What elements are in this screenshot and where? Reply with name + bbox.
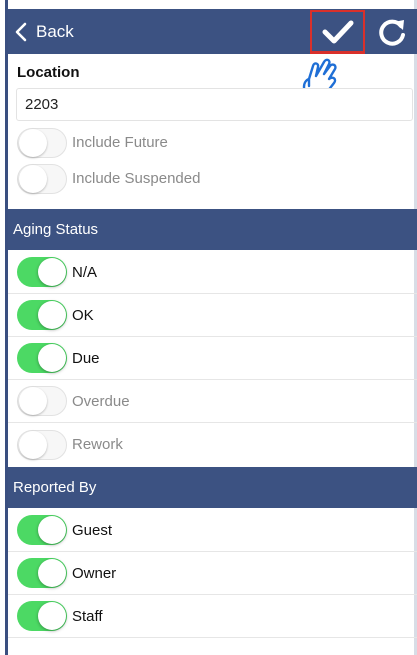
toggle-knob — [19, 430, 47, 459]
filter-screen: Back Location Include Future Include Sus… — [0, 0, 417, 655]
toggle-knob — [38, 602, 66, 630]
aging-status-row-due: Due — [8, 337, 417, 380]
refresh-icon — [379, 19, 405, 46]
navigation-bar: Back — [8, 9, 417, 54]
guest-label: Guest — [72, 521, 113, 539]
staff-toggle[interactable] — [17, 601, 67, 631]
reported-by-row-guest: Guest — [8, 509, 417, 552]
back-button[interactable]: Back — [14, 22, 74, 42]
include-future-label: Include Future — [72, 134, 168, 151]
owner-label: Owner — [72, 564, 117, 582]
reported-by-row-owner: Owner — [8, 552, 417, 595]
rework-toggle[interactable] — [17, 429, 67, 460]
owner-toggle[interactable] — [17, 558, 67, 588]
checkmark-icon — [322, 20, 353, 43]
overdue-label: Overdue — [72, 392, 130, 410]
guest-toggle[interactable] — [17, 515, 67, 545]
confirm-button[interactable] — [310, 10, 365, 54]
ok-toggle[interactable] — [17, 300, 67, 330]
aging-status-row-ok: OK — [8, 294, 417, 337]
staff-label: Staff — [72, 607, 103, 625]
chevron-left-icon — [15, 22, 27, 41]
location-label: Location — [17, 64, 80, 81]
back-label: Back — [36, 21, 74, 41]
include-suspended-toggle[interactable] — [17, 163, 67, 194]
aging-status-header: Aging Status — [8, 209, 417, 250]
refresh-button[interactable] — [374, 13, 412, 51]
include-suspended-label: Include Suspended — [72, 170, 201, 187]
toggle-knob — [38, 559, 66, 587]
aging-status-row-na: N/A — [8, 251, 417, 294]
reported-by-row-staff: Staff — [8, 595, 417, 638]
toggle-knob — [19, 128, 47, 157]
toggle-knob — [19, 387, 47, 415]
overdue-toggle[interactable] — [17, 386, 67, 416]
na-label: N/A — [72, 263, 98, 281]
toggle-knob — [38, 516, 66, 544]
location-input[interactable] — [16, 88, 413, 121]
rework-label: Rework — [72, 436, 123, 453]
toggle-knob — [38, 344, 66, 372]
due-toggle[interactable] — [17, 343, 67, 373]
include-suspended-row: Include Suspended — [8, 157, 417, 200]
na-toggle[interactable] — [17, 257, 67, 287]
toggle-knob — [38, 258, 66, 286]
ok-label: OK — [72, 306, 94, 324]
include-future-toggle[interactable] — [17, 127, 67, 158]
reported-by-header: Reported By — [8, 467, 417, 508]
toggle-knob — [19, 164, 47, 193]
due-label: Due — [72, 349, 100, 367]
aging-status-row-rework: Rework — [8, 423, 417, 466]
aging-status-row-overdue: Overdue — [8, 380, 417, 423]
toggle-knob — [38, 301, 66, 329]
